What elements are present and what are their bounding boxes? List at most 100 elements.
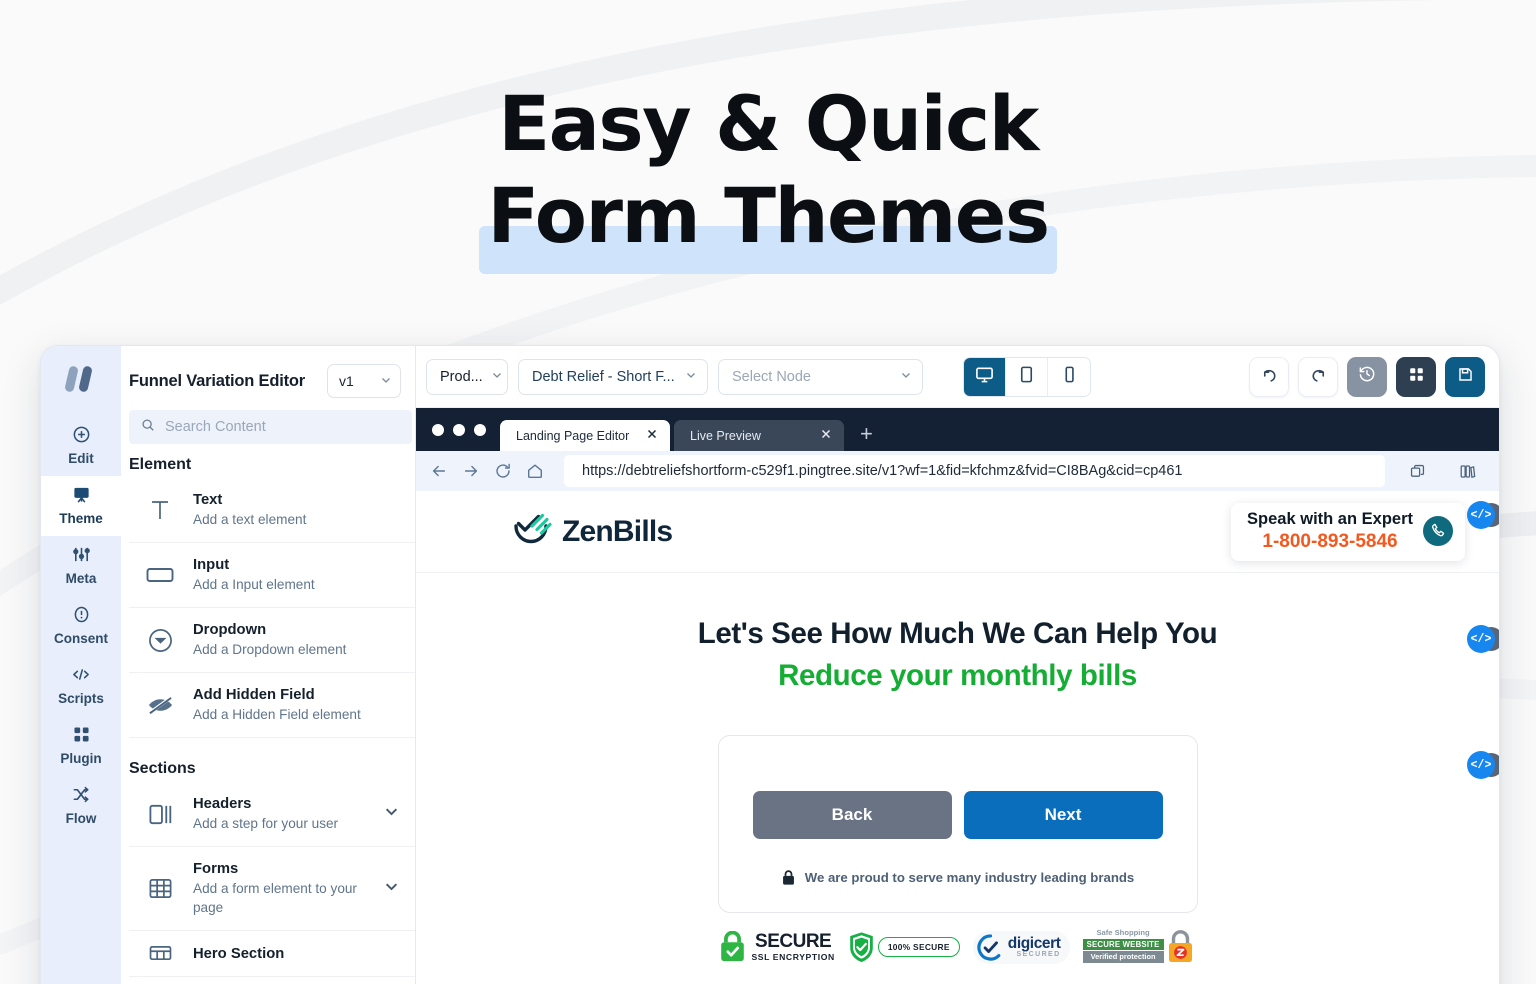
widgets-button[interactable] <box>1396 356 1436 397</box>
panel-header: Funnel Variation Editor v1 <box>121 346 415 410</box>
new-tab-button[interactable]: + <box>848 421 885 451</box>
shuffle-icon <box>41 785 121 807</box>
device-mobile-button[interactable] <box>1048 357 1090 396</box>
columns-icon <box>143 802 177 827</box>
element-item-dropdown[interactable]: Dropdown Add a Dropdown element <box>129 608 415 673</box>
chevron-down-icon <box>900 369 912 385</box>
browser-tab-landing-page-editor[interactable]: Landing Page Editor <box>500 420 670 451</box>
close-dot[interactable] <box>432 423 444 436</box>
environment-value: Prod... <box>440 368 483 385</box>
sliders-icon <box>41 545 121 567</box>
landing-page-preview: ZenBills Speak with an Expert 1-800-893-… <box>416 491 1499 984</box>
save-button[interactable] <box>1445 356 1485 397</box>
sidebar-item-flow[interactable]: Flow <box>41 776 121 836</box>
badge-line2: SECURED <box>1016 951 1061 959</box>
sidebar-item-theme[interactable]: Theme <box>41 476 121 536</box>
sidebar-item-meta[interactable]: Meta <box>41 536 121 596</box>
reader-view-icon[interactable] <box>1449 463 1485 480</box>
code-icon <box>41 665 121 687</box>
sidebar-item-label: Edit <box>68 451 94 466</box>
close-icon[interactable] <box>646 428 658 443</box>
badge-line1: digicert <box>1007 934 1061 952</box>
browser-tab-live-preview[interactable]: Live Preview <box>674 420 844 451</box>
landing-page-body: Let's See How Much We Can Help You Reduc… <box>416 573 1499 965</box>
trust-text: We are proud to serve many industry lead… <box>804 870 1135 885</box>
back-button[interactable]: Back <box>752 791 952 839</box>
eye-off-icon <box>143 694 177 716</box>
expert-phone: 1-800-893-5846 <box>1262 530 1398 552</box>
sidebar-item-label: Meta <box>65 571 97 586</box>
browser-tab-label: Live Preview <box>690 428 761 443</box>
version-value: v1 <box>339 373 354 389</box>
code-pill-button[interactable]: </> <box>1467 625 1495 653</box>
sidebar-item-consent[interactable]: Consent <box>41 596 121 656</box>
browser-tab-label: Landing Page Editor <box>516 428 630 443</box>
chevron-down-icon[interactable] <box>383 803 406 825</box>
url-input[interactable]: https://debtreliefshortform-c529f1.pingt… <box>564 455 1385 487</box>
forward-arrow-icon[interactable] <box>462 462 480 480</box>
phone-circle-icon <box>1423 515 1453 546</box>
copy-tabs-icon[interactable] <box>1399 463 1435 480</box>
badge-line1: 100% SECURE <box>877 937 960 957</box>
hero-line-2-wrap: Form Themes <box>479 170 1057 274</box>
grid-squares-icon <box>41 725 121 747</box>
environment-select[interactable]: Prod... <box>426 358 508 395</box>
device-desktop-button[interactable] <box>964 357 1006 396</box>
sidebar-item-label: Scripts <box>58 691 104 706</box>
chevron-down-icon <box>380 373 392 389</box>
section-item-desc: Add a step for your user <box>193 816 339 831</box>
code-pill-button[interactable]: </> <box>1467 501 1495 529</box>
dropdown-circle-icon <box>143 628 177 653</box>
element-item-hidden-field[interactable]: Add Hidden Field Add a Hidden Field elem… <box>129 673 415 738</box>
sidebar-item-scripts[interactable]: Scripts <box>41 656 121 716</box>
chevron-down-icon <box>491 369 503 385</box>
element-item-desc: Add a Hidden Field element <box>193 707 361 722</box>
minimize-dot[interactable] <box>453 423 465 436</box>
reload-icon[interactable] <box>494 462 512 480</box>
maximize-dot[interactable] <box>474 423 486 436</box>
hundred-percent-secure-badge: 100% SECURE <box>848 931 960 963</box>
chevron-down-icon <box>685 369 697 385</box>
zen-check-swoosh-icon <box>512 510 554 553</box>
grid-squares-icon <box>1408 366 1425 388</box>
device-tablet-button[interactable] <box>1006 357 1048 396</box>
sidebar-item-plugin[interactable]: Plugin <box>41 716 121 776</box>
node-select[interactable]: Select Node <box>718 358 923 395</box>
landing-headline: Let's See How Much We Can Help You <box>697 617 1218 650</box>
window-controls <box>432 408 500 451</box>
section-item-headers[interactable]: Headers Add a step for your user <box>129 782 415 847</box>
landing-subheadline: Reduce your monthly bills <box>778 659 1137 692</box>
hero-line-1: Easy & Quick <box>498 79 1039 168</box>
code-pill-button[interactable]: </> <box>1467 751 1495 779</box>
element-item-input[interactable]: Input Add a Input element <box>129 543 415 608</box>
verified-protection-label: Verified protection <box>1082 951 1164 963</box>
undo-arrow-icon <box>1261 366 1278 388</box>
redo-button[interactable] <box>1298 356 1338 397</box>
funnel-select[interactable]: Debt Relief - Short F... <box>518 358 708 395</box>
search-input[interactable]: Search Content <box>129 410 412 444</box>
editor-toolbar: Prod... Debt Relief - Short F... Select … <box>416 346 1499 408</box>
funnel-value: Debt Relief - Short F... <box>532 368 675 385</box>
page-title: Funnel Variation Editor <box>129 371 305 390</box>
canvas-area: Prod... Debt Relief - Short F... Select … <box>416 346 1499 984</box>
element-heading: Element <box>129 456 192 473</box>
browser-tab-bar: Landing Page Editor Live Preview + <box>416 408 1499 451</box>
section-item-hero-section[interactable]: Hero Section <box>129 931 415 977</box>
chevron-down-icon[interactable] <box>383 878 406 900</box>
expert-contact-card[interactable]: Speak with an Expert 1-800-893-5846 <box>1231 502 1465 561</box>
home-icon[interactable] <box>526 462 544 480</box>
undo-button[interactable] <box>1249 356 1289 397</box>
verified-protection-badge <box>1162 929 1196 965</box>
version-select[interactable]: v1 <box>327 364 401 398</box>
element-item-text[interactable]: Text Add a text element <box>129 478 415 543</box>
history-button[interactable] <box>1347 356 1387 397</box>
back-arrow-icon[interactable] <box>430 462 448 480</box>
sidebar-item-edit[interactable]: Edit <box>41 416 121 476</box>
phone-icon <box>1060 365 1079 389</box>
close-icon[interactable] <box>820 428 832 443</box>
form-button-row: Back Next <box>752 791 1163 839</box>
section-item-forms[interactable]: Forms Add a form element to your page <box>129 847 415 931</box>
landing-page-header: ZenBills Speak with an Expert 1-800-893-… <box>416 491 1499 573</box>
safe-shopping-badge: Safe Shopping SECURE WEBSITE Verified pr… <box>1082 929 1196 965</box>
next-button[interactable]: Next <box>963 791 1163 839</box>
